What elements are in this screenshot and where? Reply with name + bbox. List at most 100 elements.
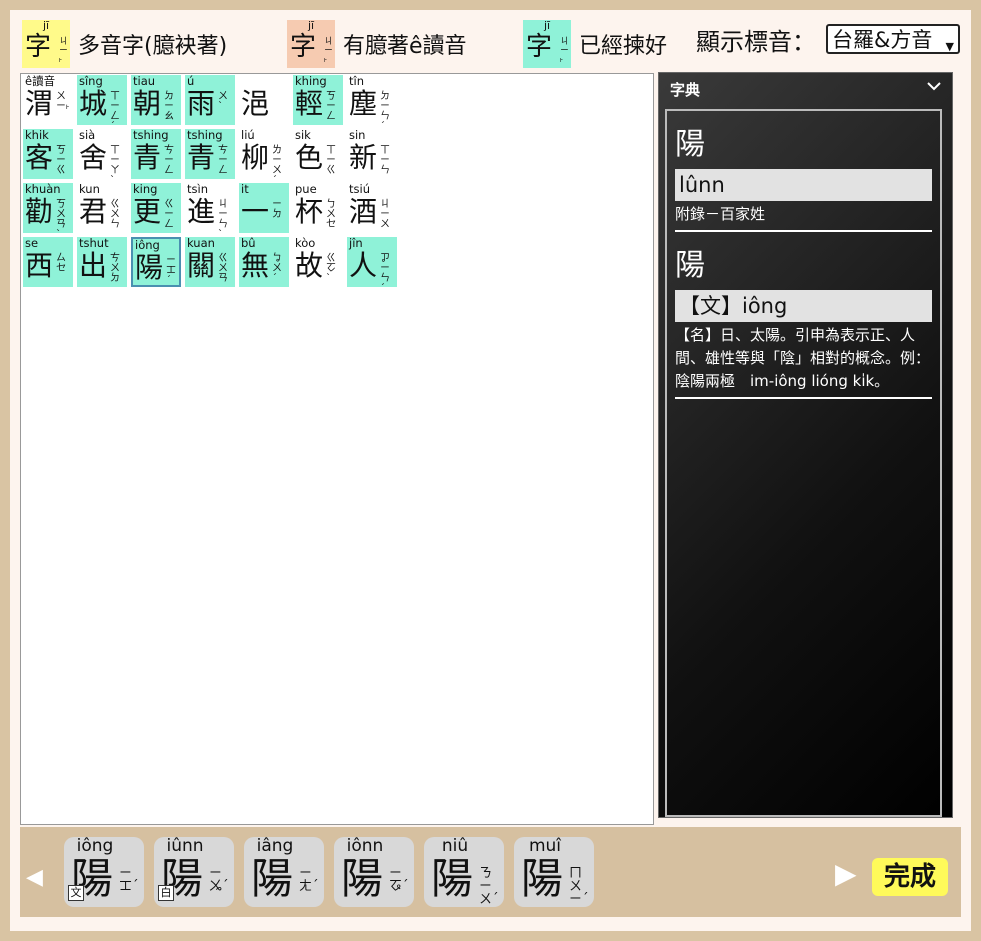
char-zhuyin: ㄐㄧㄣˋ [218,199,228,240]
char-hanzi: 舍 [79,141,108,174]
char-zhuyin: ㄒㄧㄥˊ [110,91,120,132]
char-cell[interactable]: tshut 出ㄘㄨㄉ [77,237,127,287]
reading-type-tag: 文 [68,885,84,901]
char-zhuyin: ㆡㄧㄣˊ [380,253,390,294]
char-cell[interactable]: liú 柳ㄌㄧㄨˊ [239,129,289,186]
char-cell[interactable]: tshing 青ㄘㄧㄥ [131,129,181,179]
reading-candidate[interactable]: niû 陽ㄋㄧㄨˊ [424,837,504,907]
char-cell[interactable]: iông 陽ㄧㆲˊ [131,237,181,287]
char-hanzi: 新 [349,141,378,174]
candidate-hanzi: 陽 [521,854,564,903]
display-mode-select[interactable]: 台羅&方音 ▼ [826,24,960,54]
char-hanzi: 客 [25,141,54,174]
done-button[interactable]: 完成 [872,858,948,896]
legend-swatch-multi: jī 字 ㄐㄧ˫ [22,20,70,68]
char-hanzi: 人 [349,249,378,282]
char-hanzi: 杯 [295,195,324,228]
char-cell[interactable]: king 更ㄍㄧㄥ [131,183,181,233]
char-hanzi: 青 [187,141,216,174]
char-zhuyin: ㄍㄧㄥ [164,199,174,230]
reading-candidate[interactable]: iâng 陽ㄧㄤˊ [244,837,324,907]
char-zhuyin: ㄒㄧㄚˋ [110,145,120,186]
legend-label: 有臆著ê讀音 [343,34,467,59]
char-hanzi: 故 [295,249,324,282]
char-zhuyin: ㄌㄧㄨˊ [272,145,282,186]
char-hanzi: 城 [79,87,108,120]
char-hanzi: 無 [241,249,270,282]
reading-candidate[interactable]: iônn 陽ㄧㆧˊ [334,837,414,907]
char-cell[interactable]: sià 舍ㄒㄧㄚˋ [77,129,127,186]
char-cell[interactable]: khik 客ㄎㄧㄍ [23,129,73,179]
legend-label: 已經揀好 [579,34,668,59]
legend-chosen: jī 字 ㄐㄧ˫ 已經揀好 [523,20,667,68]
char-cell[interactable]: tsìn 進ㄐㄧㄣˋ [185,183,235,240]
char-hanzi: 色 [295,141,324,174]
entry-reading[interactable]: lûnn [675,169,932,201]
char-cell[interactable]: khuàn 勸ㄎㄨㄢˋ [23,183,73,240]
candidate-zhuyin: ㄋㄧㄨˊ [479,866,499,907]
candidate-romanization: iâng [256,836,294,856]
char-cell[interactable]: kòo 故ㄍㆦˋ [293,237,343,287]
text-editor-area[interactable]: ê讀音渭ㄨㄧ˫ sîng 城ㄒㄧㄥˊ tiau 朝ㄉㄧㄠ ú 雨ㄨˋ 浥 khing 輕ㄎㄧㄥ tî… [20,73,654,825]
entry-char: 陽 [675,248,705,283]
char-cell[interactable]: 浥 [239,75,289,125]
legend-zhuyin: ㄐㄧ˫ [324,37,334,65]
char-hanzi: 塵 [349,87,378,120]
dictionary-header[interactable]: 字典 [659,73,952,105]
char-zhuyin: ㄙㆤ [56,253,66,274]
previous-arrow-icon[interactable]: ◀ [26,865,43,890]
char-cell[interactable]: kuan 關ㄍㄨㄢ [185,237,235,287]
candidate-hanzi: 陽 [431,854,474,903]
chevron-down-icon[interactable] [926,78,942,94]
char-cell[interactable]: jîn 人ㆡㄧㄣˊ [347,237,397,294]
char-zhuyin: ㄒㄧㄍ [326,145,336,176]
char-cell[interactable]: ê讀音渭ㄨㄧ˫ [23,75,73,125]
char-zhuyin: ㄨˋ [218,91,228,112]
reading-candidate[interactable]: iông 陽ㄧㆲˊ 文 [64,837,144,907]
char-cell[interactable]: sik 色ㄒㄧㄍ [293,129,343,179]
char-cell[interactable]: kun 君ㄍㄨㄣ [77,183,127,233]
display-mode-label: 顯示標音： [696,28,816,56]
char-hanzi: 勸 [25,195,54,228]
legend-multi-reading: jī 字 ㄐㄧ˫ 多音字(臆袂著) [22,20,227,68]
char-cell[interactable]: pue 杯ㄅㄨㆤ [293,183,343,233]
candidate-romanization: iûnn [166,836,204,856]
char-cell[interactable]: sin 新ㄒㄧㄣ [347,129,397,179]
legend-has-guess: jī 字 ㄐㄧ˫ 有臆著ê讀音 [287,20,467,68]
char-cell[interactable]: sîng 城ㄒㄧㄥˊ [77,75,127,132]
entry-reading[interactable]: 【文】iông [675,290,932,322]
char-hanzi: 更 [133,195,162,228]
char-cell[interactable]: tshing 青ㄘㄧㄥ [185,129,235,179]
char-hanzi: 陽 [135,251,164,284]
char-hanzi: 雨 [187,87,216,120]
char-hanzi: 渭 [25,87,54,120]
legend-char: 字 [526,32,553,62]
char-cell[interactable]: tîn 塵ㄉㄧㄣˊ [347,75,397,132]
legend-swatch-guess: jī 字 ㄐㄧ˫ [287,20,335,68]
candidate-zhuyin: ㄧㆫˊ [209,866,229,894]
char-cell[interactable]: se 西ㄙㆤ [23,237,73,287]
dictionary-panel: 字典 陽 lûnn 附錄－百家姓 陽 【文】iông 【名】日、太陽。引申為表示… [658,72,953,818]
char-cell[interactable]: ú 雨ㄨˋ [185,75,235,125]
char-cell[interactable]: tsiú 酒ㄐㄧㄨ [347,183,397,233]
reading-candidate[interactable]: muî 陽ㄇㄨㄧˊ [514,837,594,907]
char-zhuyin: ㄍㄨㄣ [110,199,120,230]
editor-window: jī 字 ㄐㄧ˫ 多音字(臆袂著) jī 字 ㄐㄧ˫ 有臆著ê讀音 jī 字 ㄐ… [10,10,971,931]
entry-char: 陽 [675,127,705,162]
char-zhuyin: ㆠㄨˊ [272,253,282,284]
dictionary-entry: 陽 【文】iông 【名】日、太陽。引申為表示正、人間、雄性等與「陰」相對的概念… [675,232,932,399]
dictionary-title: 字典 [670,81,701,99]
char-zhuyin: ㄎㄧㄥ [326,91,336,122]
dictionary-entry: 陽 lûnn 附錄－百家姓 [675,111,932,232]
char-zhuyin: ㄨㄧ˫ [56,91,70,112]
char-cell[interactable]: tiau 朝ㄉㄧㄠ [131,75,181,125]
reading-candidate[interactable]: iûnn 陽ㄧㆫˊ 白 [154,837,234,907]
char-cell[interactable]: khing 輕ㄎㄧㄥ [293,75,343,125]
char-zhuyin: ㄘㄧㄥ [218,145,228,176]
display-mode-value: 台羅&方音 [832,28,933,52]
char-cell[interactable]: bû 無ㆠㄨˊ [239,237,289,287]
legend-char: 字 [290,32,317,62]
char-cell[interactable]: it 一ㄧㄉ [239,183,289,233]
next-arrow-icon[interactable]: ▶ [835,857,857,890]
candidate-romanization: iông [76,836,114,856]
